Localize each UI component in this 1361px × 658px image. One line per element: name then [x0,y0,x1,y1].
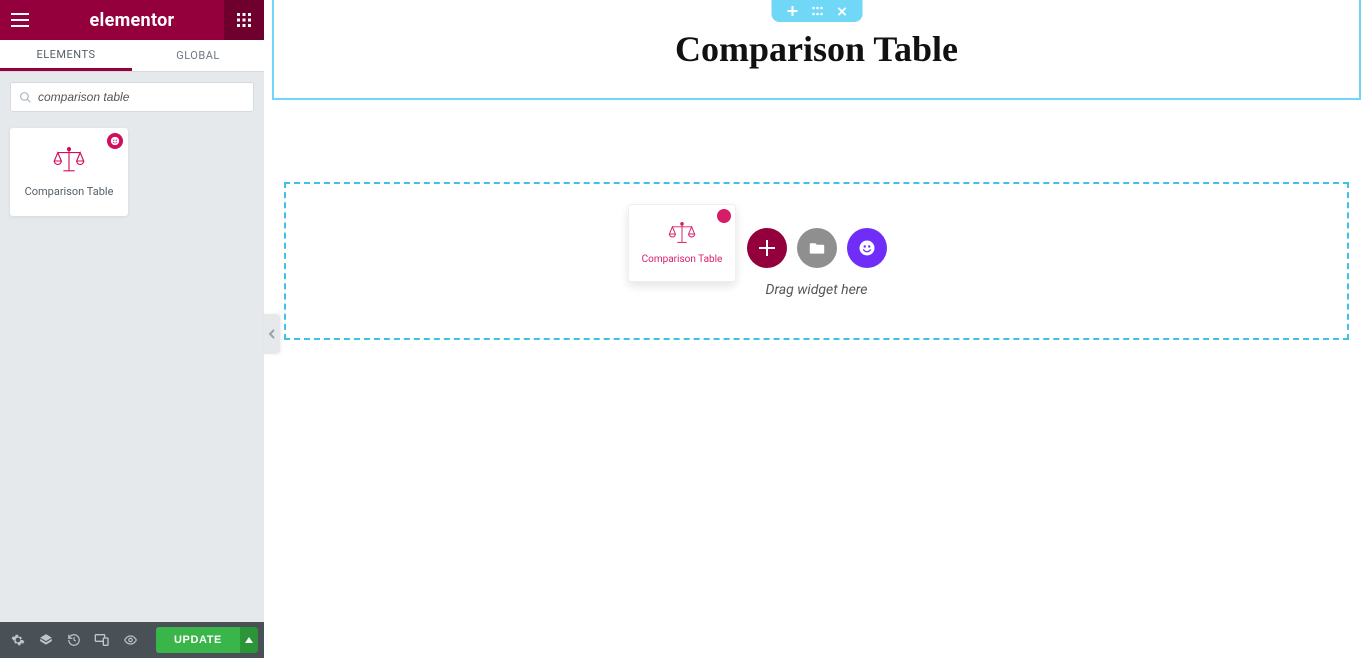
editor-sidebar: elementor ELEMENTS GLOBAL [0,0,264,658]
smile-icon [858,239,876,257]
page-title[interactable]: Comparison Table [675,28,958,70]
hamburger-icon [11,13,29,27]
grip-icon [811,6,823,16]
widget-dropzone[interactable]: Drag widget here [284,182,1349,340]
update-options-button[interactable] [240,627,258,653]
editor-canvas: Comparison Table Drag widget here [272,0,1361,658]
tab-global[interactable]: GLOBAL [132,40,264,71]
close-icon [837,7,846,16]
add-section-button[interactable] [787,6,797,16]
ai-button[interactable] [847,228,887,268]
apps-grid-icon [237,13,251,27]
premium-badge-icon [107,133,123,149]
tab-elements[interactable]: ELEMENTS [0,40,132,71]
folder-icon [809,241,825,255]
plus-icon [787,6,797,16]
dropzone-hint: Drag widget here [766,282,868,298]
delete-section-button[interactable] [837,7,846,16]
search-widget-container [10,82,254,112]
widget-card-label: Comparison Table [25,185,114,198]
history-icon [67,633,81,647]
new-section-area: Drag widget here [272,182,1361,340]
add-template-button[interactable] [797,228,837,268]
section-handle [771,0,862,22]
preview-button[interactable] [116,622,144,658]
widget-comparison-table[interactable]: Comparison Table [10,128,128,216]
section-heading[interactable]: Comparison Table [272,0,1361,100]
responsive-button[interactable] [88,622,116,658]
plus-icon [759,240,775,256]
brand-title: elementor [40,10,224,31]
layers-icon [39,633,53,647]
responsive-icon [94,633,110,647]
search-icon [19,91,32,104]
settings-button[interactable] [4,622,32,658]
dropzone-actions [747,228,887,268]
sidebar-tabs: ELEMENTS GLOBAL [0,40,264,72]
menu-button[interactable] [0,0,40,40]
search-input[interactable] [38,90,245,104]
balance-scale-icon [52,147,86,175]
update-button[interactable]: UPDATE [156,627,240,653]
add-new-section-button[interactable] [747,228,787,268]
widgets-panel-button[interactable] [224,0,264,40]
sidebar-body: Comparison Table [0,72,264,622]
caret-up-icon [245,637,253,643]
navigator-button[interactable] [32,622,60,658]
sidebar-header: elementor [0,0,264,40]
sidebar-footer: UPDATE [0,622,264,658]
eye-icon [123,633,138,647]
gear-icon [11,633,25,647]
edit-section-button[interactable] [811,6,823,16]
history-button[interactable] [60,622,88,658]
